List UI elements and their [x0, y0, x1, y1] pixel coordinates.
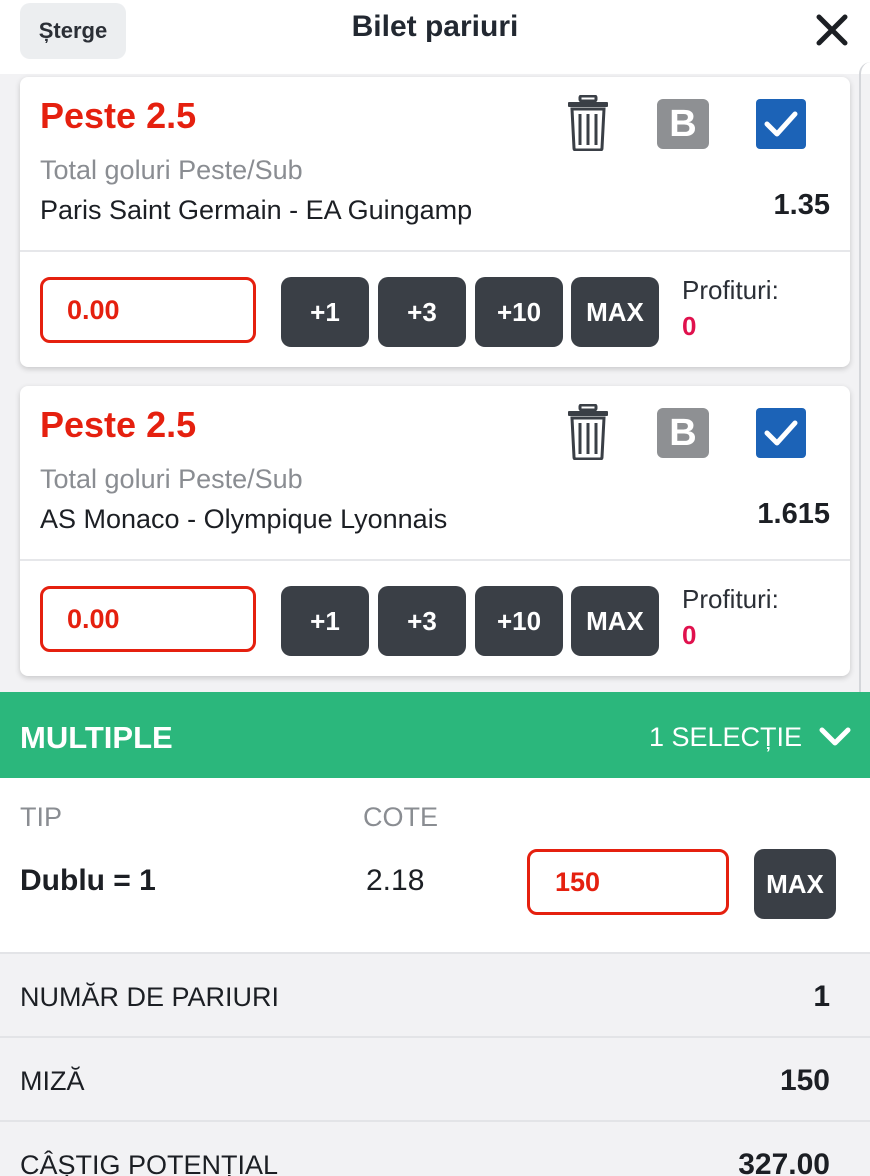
summary-label: NUMĂR DE PARIURI [20, 982, 280, 1012]
quick-stake-plus3-button[interactable]: +3 [378, 586, 466, 656]
profit-label: Profituri: [682, 584, 779, 614]
quick-stake-plus10-button[interactable]: +10 [475, 277, 563, 347]
close-button[interactable] [808, 6, 856, 54]
bet-odds: 1.615 [757, 498, 830, 530]
stake-input[interactable]: 0.00 [40, 277, 256, 343]
page-title: Bilet pariuri [351, 10, 519, 43]
bank-button[interactable]: B [657, 99, 709, 149]
multiple-title: MULTIPLE [20, 720, 173, 755]
trash-icon[interactable] [566, 404, 610, 460]
bet-type-value: Dublu = 1 [20, 864, 156, 897]
quick-stake-max-button[interactable]: MAX [571, 277, 659, 347]
quick-stake-plus10-button[interactable]: +10 [475, 586, 563, 656]
summary-value: 1 [813, 980, 830, 1013]
multiple-stake-input[interactable]: 150 [527, 849, 729, 915]
quick-stake-plus3-button[interactable]: +3 [378, 277, 466, 347]
bet-event: AS Monaco - Olympique Lyonnais [40, 504, 448, 534]
summary-row-bet-count: NUMĂR DE PARIURI 1 [0, 952, 870, 1036]
checkmark-icon [764, 111, 798, 137]
select-checkbox[interactable] [756, 408, 806, 458]
profit-label: Profituri: [682, 275, 779, 305]
type-column-header: TIP [20, 802, 63, 832]
multiple-panel: TIP COTE Dublu = 1 2.18 150 MAX [0, 778, 870, 952]
close-icon [816, 14, 848, 46]
divider [20, 250, 850, 252]
bank-button[interactable]: B [657, 408, 709, 458]
divider [20, 559, 850, 561]
multiple-max-button[interactable]: MAX [754, 849, 836, 919]
bet-selection-name: Peste 2.5 [40, 404, 197, 445]
summary-value: 327.00 [738, 1148, 830, 1176]
summary-value: 150 [779, 1064, 830, 1097]
quick-stake-plus1-button[interactable]: +1 [281, 277, 369, 347]
trash-icon[interactable] [566, 95, 610, 151]
bet-card-info: Peste 2.5 Total goluri Peste/Sub AS Mona… [20, 386, 850, 560]
chevron-down-icon[interactable] [818, 724, 852, 750]
selection-count[interactable]: 1 SELECȚIE [649, 722, 802, 753]
bet-event: Paris Saint Germain - EA Guingamp [40, 195, 473, 225]
bet-market: Total goluri Peste/Sub [40, 464, 303, 494]
scroll-indicator [859, 62, 870, 712]
summary-label: CÂȘTIG POTENȚIAL [20, 1150, 279, 1176]
summary-row-potential-win: CÂȘTIG POTENȚIAL 327.00 [0, 1120, 870, 1176]
multiple-section-header[interactable]: MULTIPLE 1 SELECȚIE [0, 692, 870, 778]
odds-column-header: COTE [363, 802, 439, 832]
checkmark-icon [764, 420, 798, 446]
quick-stake-max-button[interactable]: MAX [571, 586, 659, 656]
bet-market: Total goluri Peste/Sub [40, 155, 303, 185]
summary-label: MIZĂ [20, 1066, 85, 1096]
bet-card: Peste 2.5 Total goluri Peste/Sub AS Mona… [20, 386, 850, 676]
header: Șterge Bilet pariuri [0, 0, 870, 74]
bet-odds: 1.35 [773, 189, 830, 221]
bet-card: Peste 2.5 Total goluri Peste/Sub Paris S… [20, 77, 850, 367]
select-checkbox[interactable] [756, 99, 806, 149]
profit-value: 0 [682, 620, 697, 650]
summary-row-stake: MIZĂ 150 [0, 1036, 870, 1120]
profit-value: 0 [682, 311, 697, 341]
stake-input[interactable]: 0.00 [40, 586, 256, 652]
combined-odds-value: 2.18 [366, 864, 425, 897]
bet-selection-name: Peste 2.5 [40, 95, 197, 136]
bet-card-info: Peste 2.5 Total goluri Peste/Sub Paris S… [20, 77, 850, 251]
quick-stake-plus1-button[interactable]: +1 [281, 586, 369, 656]
